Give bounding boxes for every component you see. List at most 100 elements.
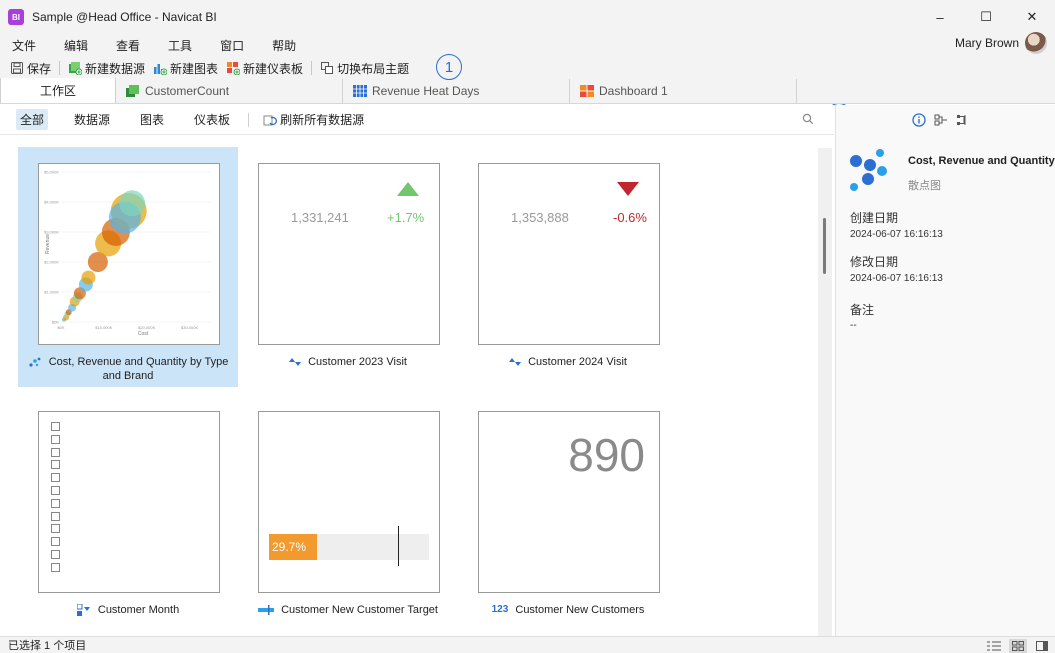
card-caption: Customer Month: [18, 603, 238, 617]
bullet-thumbnail: 29.7%: [258, 411, 440, 593]
tab-customercount[interactable]: CustomerCount: [116, 79, 343, 103]
filter-datasource[interactable]: 数据源: [70, 109, 114, 130]
datasource-icon: [126, 85, 139, 97]
slicer-thumbnail: [38, 411, 220, 593]
number-thumbnail: 890: [478, 411, 660, 593]
tab-revenue-heat-days[interactable]: Revenue Heat Days: [343, 79, 570, 103]
x-tick-label: $20,000K: [138, 325, 155, 330]
detail-type: 散点图: [908, 180, 941, 192]
minimize-button[interactable]: –: [917, 0, 963, 34]
new-dashboard-button[interactable]: 新建仪表板: [226, 60, 303, 77]
slicer-checkbox: [51, 549, 60, 559]
slicer-checkbox: [51, 473, 60, 483]
new-datasource-label: 新建数据源: [85, 61, 146, 76]
filter-chart[interactable]: 图表: [136, 109, 168, 130]
kpi-icon: [289, 358, 302, 367]
save-button[interactable]: 保存: [10, 60, 51, 77]
created-label: 创建日期: [850, 211, 899, 225]
slicer-checkbox: [51, 562, 60, 572]
save-label: 保存: [27, 61, 52, 76]
status-bar: 已选择 1 个项目: [0, 636, 1055, 653]
tab-dashboard-1[interactable]: Dashboard 1: [570, 79, 797, 103]
close-button[interactable]: ✕: [1009, 0, 1055, 34]
tab-label: Dashboard 1: [599, 84, 668, 98]
tab-workspace[interactable]: 工作区: [0, 78, 116, 103]
card-caption: Cost, Revenue and Quantity by Type and B…: [18, 355, 238, 383]
slicer-checkbox: [51, 422, 60, 431]
modified-label: 修改日期: [850, 255, 899, 269]
menu-help[interactable]: 帮助: [258, 37, 310, 54]
slicer-checkbox: [51, 537, 60, 547]
scatter-point: [119, 190, 146, 217]
card-title: Customer New Customers: [515, 604, 645, 616]
scrollbar-thumb[interactable]: [823, 218, 826, 274]
list-view-button[interactable]: [985, 639, 1003, 653]
card-caption: Customer 2024 Visit: [458, 355, 678, 369]
new-chart-button[interactable]: 新建图表: [153, 60, 218, 77]
kpi-change: +1.7%: [387, 210, 425, 225]
list-view-icon: [987, 641, 1001, 650]
grid-view-button[interactable]: [1009, 638, 1027, 653]
card-title: Cost, Revenue and Quantity by Type and B…: [48, 356, 229, 382]
window-controls: – ☐ ✕: [917, 0, 1055, 34]
y-tick-label: $4,000K: [44, 200, 59, 205]
card-title: Customer Month: [97, 604, 180, 616]
card-title: Customer 2023 Visit: [308, 356, 407, 368]
card-caption: Customer New Customer Target: [238, 603, 458, 617]
avatar[interactable]: [1025, 32, 1047, 54]
info-icon[interactable]: [912, 113, 926, 127]
user-name: Mary Brown: [954, 36, 1019, 50]
filter-dashboard[interactable]: 仪表板: [190, 109, 234, 130]
card-customer-new-customers[interactable]: 890 123 Customer New Customers: [458, 395, 678, 635]
refresh-label: 刷新所有数据源: [280, 113, 365, 127]
new-datasource-button[interactable]: 新建数据源: [68, 60, 145, 77]
title-bar: BI Sample @Head Office - Navicat BI – ☐ …: [0, 0, 1055, 34]
card-customer-2023-visit[interactable]: 1,331,241 +1.7% Customer 2023 Visit: [238, 147, 458, 387]
switch-layout-button[interactable]: 切换布局主题: [320, 60, 409, 77]
scatter-point: [81, 270, 96, 285]
menu-window[interactable]: 窗口: [206, 37, 258, 54]
details-panel: Cost, Revenue and Quantity by Type and B…: [835, 105, 1055, 636]
status-text: 已选择 1 个项目: [8, 640, 87, 652]
card-customer-month[interactable]: Customer Month: [18, 395, 238, 635]
refresh-icon: [263, 115, 278, 125]
card-customer-new-customer-target[interactable]: 29.7% Customer New Customer Target: [238, 395, 458, 635]
number-icon: 123: [491, 604, 509, 616]
toolbar-divider: [311, 61, 313, 75]
kpi-icon: [509, 358, 522, 367]
menu-file[interactable]: 文件: [0, 37, 50, 54]
search-icon[interactable]: [802, 113, 814, 125]
switch-layout-label: 切换布局主题: [337, 61, 410, 76]
refresh-all-button[interactable]: 刷新所有数据源: [259, 109, 368, 130]
scatter-icon: [29, 357, 41, 367]
user-area[interactable]: Mary Brown: [955, 32, 1047, 54]
usage-icon[interactable]: [956, 113, 970, 127]
filter-divider: [248, 112, 250, 127]
slicer-checkbox: [51, 447, 60, 457]
menu-tools[interactable]: 工具: [154, 37, 206, 54]
maximize-button[interactable]: ☐: [963, 0, 1009, 34]
grid-view-icon: [1012, 640, 1024, 651]
card-customer-2024-visit[interactable]: 1,353,888 -0.6% Customer 2024 Visit: [458, 147, 678, 387]
card-cost-revenue-quantity[interactable]: $0K $1,000K $2,000K $3,000K $4,000K $5,000K $0…: [18, 147, 238, 387]
slicer-checkbox: [51, 460, 60, 470]
y-tick-label: $0K: [52, 320, 59, 325]
y-tick-label: $3,000K: [44, 230, 59, 235]
detail-pane-button[interactable]: [1033, 639, 1051, 653]
menu-edit[interactable]: 编辑: [50, 37, 102, 54]
detail-pane-icon: [1036, 640, 1048, 651]
dependency-icon[interactable]: [934, 113, 948, 127]
menu-view[interactable]: 查看: [102, 37, 154, 54]
new-datasource-icon: [69, 62, 83, 75]
slicer-checkbox: [51, 498, 60, 508]
detail-title: Cost, Revenue and Quantity by Type and B…: [908, 155, 1055, 167]
new-dashboard-icon: [227, 62, 241, 75]
menu-bar: 文件 编辑 查看 工具 窗口 帮助: [0, 34, 1055, 56]
window-title: Sample @Head Office - Navicat BI: [32, 10, 217, 24]
tab-bar: 工作区 CustomerCount Revenue Heat Days Dash…: [0, 78, 1055, 104]
scatter-large-icon: [850, 149, 887, 191]
heatmap-icon: [353, 85, 367, 97]
slicer-icon: [76, 604, 90, 617]
kpi-value: 1,331,241: [291, 210, 349, 225]
filter-all[interactable]: 全部: [16, 109, 49, 130]
